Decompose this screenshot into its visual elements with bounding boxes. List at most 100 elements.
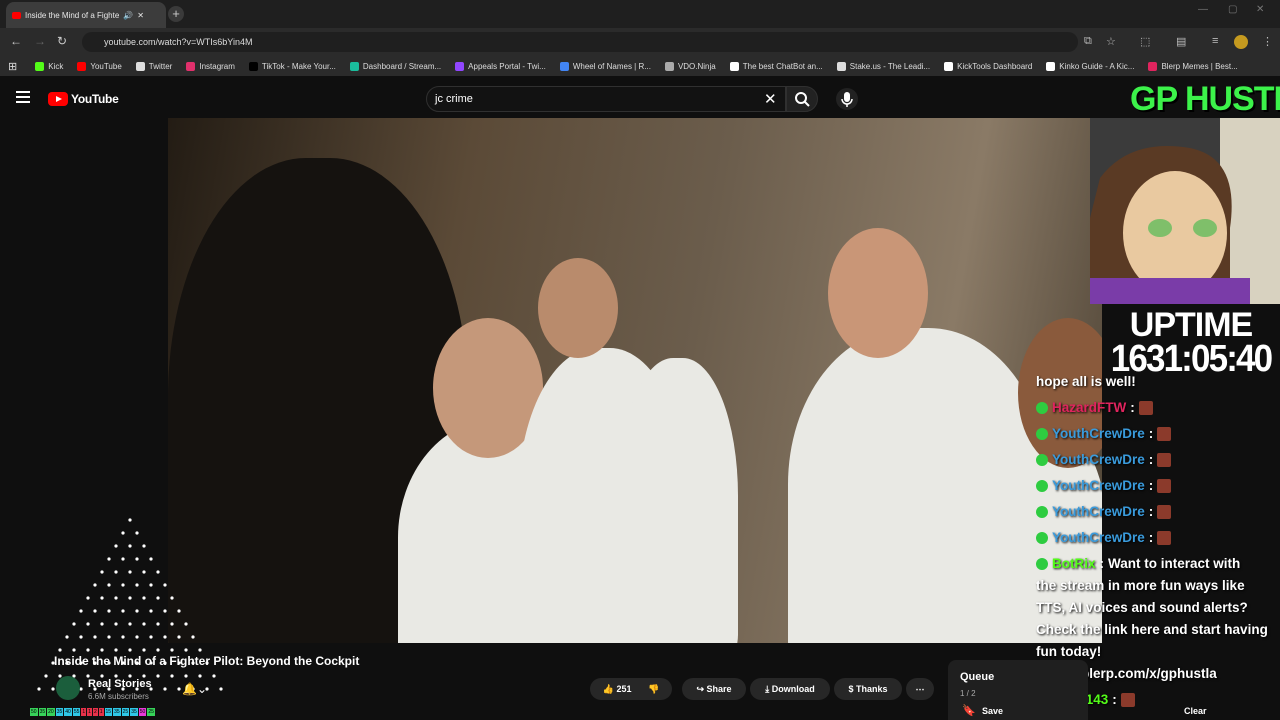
counter-cell: 25 (147, 708, 155, 716)
counter-cell: 35 (55, 708, 64, 716)
chat-separator: : (1099, 556, 1105, 571)
bookmark-favicon-icon (944, 61, 954, 71)
thumbs-up-icon[interactable]: 👍 (603, 684, 614, 694)
bookmark-label: KickTools Dashboard (957, 61, 1033, 71)
bookmark-label: Wheel of Names | R... (572, 61, 651, 71)
bookmark-item[interactable]: TikTok - Make Your... (248, 61, 336, 71)
browser-tab-bar (0, 0, 1280, 28)
channel-avatar[interactable] (56, 676, 80, 700)
search-icon (795, 92, 810, 107)
chat-message: YouthCrewDre: (1036, 528, 1280, 548)
profile-avatar[interactable] (1234, 35, 1248, 49)
hamburger-menu-icon[interactable] (16, 91, 30, 103)
bookmark-favicon-icon (455, 61, 465, 71)
bookmark-favicon-icon (836, 61, 846, 71)
search-button[interactable] (786, 86, 818, 112)
queue-clear-button[interactable]: Clear (1184, 706, 1207, 716)
bookmark-item[interactable]: KickTools Dashboard (944, 61, 1033, 71)
youtube-logo-text: YouTube (71, 92, 119, 106)
more-actions-button[interactable]: ⋯ (906, 678, 934, 700)
reload-button[interactable]: ↻ (57, 34, 67, 48)
bookmark-item[interactable]: VDO.Ninja (664, 61, 716, 71)
chat-message: hope all is well! (1036, 372, 1280, 392)
chat-text: TTS, AI voices and sound alerts? (1036, 600, 1248, 615)
bookmark-item[interactable]: Dashboard / Stream... (349, 61, 441, 71)
counter-cell: 35 (38, 708, 47, 716)
bookmark-item[interactable]: Appeals Portal - Twi... (455, 61, 546, 71)
queue-save-button[interactable]: Save (982, 706, 1003, 716)
share-button[interactable]: ↪ Share (682, 678, 746, 700)
verified-badge-icon (1036, 428, 1048, 440)
thanks-button[interactable]: $ Thanks (834, 678, 902, 700)
bookmark-item[interactable]: Twitter (135, 61, 172, 71)
officer-head (538, 258, 618, 358)
like-dislike-group[interactable]: 👍 251 👎 (590, 678, 672, 700)
chat-message: TTS, AI voices and sound alerts? (1036, 598, 1280, 618)
search-input[interactable]: jc crime (426, 86, 786, 112)
bookmark-label: Blerp Memes | Best... (1161, 61, 1238, 71)
like-count: 251 (616, 684, 632, 694)
download-button[interactable]: ⤓ Download (750, 678, 830, 700)
chat-separator: : (1130, 400, 1135, 415)
menu-kebab-icon[interactable]: ⋮ (1262, 35, 1273, 48)
notification-bell-icon[interactable]: 🔔⌄ (182, 682, 207, 696)
browser-tab[interactable]: Inside the Mind of a Fighte 🔊 ✕ (6, 2, 166, 28)
chat-text: Want to interact with (1108, 556, 1241, 571)
install-icon[interactable]: ⧉ (1084, 35, 1092, 48)
bookmark-item[interactable]: Instagram (186, 61, 235, 71)
verified-badge-icon (1036, 402, 1048, 414)
speaker-icon[interactable]: 🔊 (123, 11, 133, 20)
bookmark-favicon-icon (559, 61, 569, 71)
bookmark-item[interactable]: YouTube (77, 61, 122, 71)
bookmark-item[interactable]: Wheel of Names | R... (559, 61, 651, 71)
bookmark-item[interactable]: Kick (35, 61, 63, 71)
chat-text: hope all is well! (1036, 374, 1136, 389)
video-player[interactable] (168, 118, 1102, 643)
close-window-button[interactable]: ✕ (1256, 4, 1264, 15)
bookmark-item[interactable]: Stake.us - The Leadi... (836, 61, 931, 71)
counter-cell: 35 (130, 708, 138, 716)
clear-search-icon[interactable]: ✕ (764, 90, 777, 108)
bookmark-favicon-icon (729, 61, 739, 71)
chat-emote-icon (1157, 453, 1172, 467)
tab-title: Inside the Mind of a Fighte (25, 10, 120, 20)
bookmark-item[interactable]: Blerp Memes | Best... (1148, 61, 1238, 71)
counter-cell: 15 (104, 708, 113, 716)
chat-message: HazardFTW: (1036, 398, 1280, 418)
voice-search-button[interactable] (836, 88, 858, 110)
chat-separator: : (1112, 692, 1117, 707)
forward-button[interactable]: → (34, 34, 46, 48)
bookmark-label: The best ChatBot an... (742, 61, 823, 71)
channel-name[interactable]: Real Stories (88, 678, 152, 690)
apps-grid-icon[interactable]: ⊞ (8, 60, 17, 73)
media-icon[interactable]: ▤ (1176, 35, 1186, 48)
minimize-button[interactable]: — (1198, 4, 1208, 15)
verified-badge-icon (1036, 480, 1048, 492)
close-tab-icon[interactable]: ✕ (137, 11, 144, 20)
thanks-icon: $ (848, 684, 854, 694)
youtube-logo[interactable]: YouTube (48, 92, 119, 106)
bookmark-star-icon[interactable]: ☆ (1106, 35, 1116, 48)
download-icon: ⤓ (765, 684, 770, 694)
new-tab-button[interactable]: + (168, 6, 184, 22)
back-button[interactable]: ← (10, 34, 22, 48)
bookmark-label: Stake.us - The Leadi... (849, 61, 931, 71)
url-field[interactable]: youtube.com/watch?v=WTIs6bYin4M (82, 32, 1078, 52)
counter-cell: 2 (92, 708, 98, 716)
chat-emote-icon (1157, 479, 1172, 493)
tab-search-icon[interactable]: ≡ (1212, 35, 1218, 47)
extensions-icon[interactable]: ⬚ (1140, 35, 1150, 48)
save-icon[interactable]: 🔖 (962, 704, 976, 717)
bookmark-label: VDO.Ninja (677, 61, 716, 71)
thumbs-down-icon[interactable]: 👎 (648, 684, 659, 694)
chat-message: YouthCrewDre: (1036, 450, 1280, 470)
counter-cell: 1 (81, 708, 87, 716)
maximize-button[interactable]: ▢ (1228, 4, 1237, 15)
bookmark-favicon-icon (1046, 61, 1056, 71)
chat-username: YouthCrewDre (1052, 530, 1145, 545)
chat-text: fun today! (1036, 644, 1102, 659)
counter-cell: 50 (30, 708, 38, 716)
bookmark-item[interactable]: The best ChatBot an... (729, 61, 823, 71)
bookmark-item[interactable]: Kinko Guide - A Kic... (1046, 61, 1134, 71)
chat-message: YouthCrewDre: (1036, 424, 1280, 444)
